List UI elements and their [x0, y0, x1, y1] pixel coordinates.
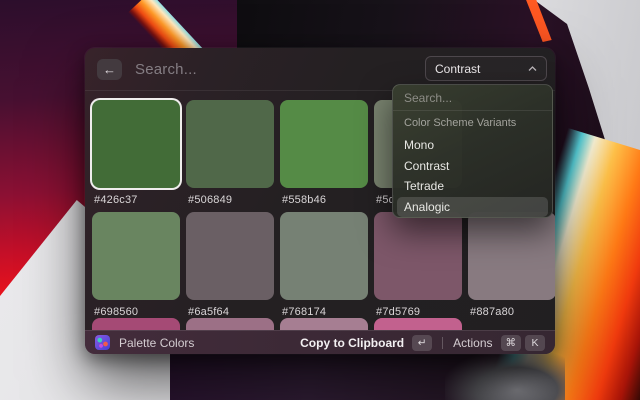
- color-swatch[interactable]: [280, 212, 368, 300]
- cmd-key-badge[interactable]: ⌘: [501, 335, 522, 351]
- variant-dropdown-menu: Search... Color Scheme Variants MonoCont…: [392, 84, 553, 218]
- swatch-cell: #7d5769: [374, 212, 462, 318]
- swatch-cell: #558b46: [280, 100, 368, 206]
- swatch-hex-label: #887a80: [468, 306, 555, 318]
- swatch-hex-label: #698560: [92, 306, 180, 318]
- swatch-cell: #506849: [186, 100, 274, 206]
- dropdown-item-list: MonoContrastTetradeAnalogic: [393, 135, 552, 217]
- palette-colors-app-icon: [95, 335, 110, 350]
- dropdown-search-input[interactable]: Search...: [393, 85, 552, 111]
- swatch-hex-label: #558b46: [280, 194, 368, 206]
- window-footer: Palette Colors Copy to Clipboard ↵ Actio…: [85, 330, 555, 354]
- color-swatch[interactable]: [92, 212, 180, 300]
- color-swatch[interactable]: [280, 100, 368, 188]
- color-swatch[interactable]: [186, 100, 274, 188]
- color-swatch[interactable]: [374, 212, 462, 300]
- swatch-cell: #887a80: [468, 212, 555, 318]
- wallpaper-bottom-gray-glow: [445, 350, 565, 400]
- dropdown-item-contrast[interactable]: Contrast: [397, 156, 548, 177]
- dropdown-item-mono[interactable]: Mono: [397, 135, 548, 156]
- swatch-cell: #6a5f64: [186, 212, 274, 318]
- dropdown-item-analogic[interactable]: Analogic: [397, 197, 548, 218]
- dropdown-section-header: Color Scheme Variants: [393, 111, 552, 135]
- color-swatch-selected[interactable]: [92, 100, 180, 188]
- k-key-badge[interactable]: K: [525, 335, 545, 351]
- chevron-up-icon: [528, 66, 537, 71]
- app-name-label: Palette Colors: [119, 336, 194, 350]
- enter-key-badge[interactable]: ↵: [412, 335, 432, 351]
- swatch-cell: #426c37: [92, 100, 180, 206]
- search-input[interactable]: Search...: [135, 61, 197, 78]
- palette-colors-window: ← Search... Contrast #426c37 #506849 #558b…: [85, 48, 555, 354]
- back-button[interactable]: ←: [97, 59, 122, 80]
- swatch-hex-label: #426c37: [92, 194, 180, 206]
- swatch-hex-label: #768174: [280, 306, 368, 318]
- color-swatch[interactable]: [186, 212, 274, 300]
- copy-to-clipboard-button[interactable]: Copy to Clipboard: [300, 336, 404, 350]
- back-arrow-icon: ←: [103, 62, 116, 77]
- actions-button[interactable]: Actions: [453, 336, 492, 350]
- swatch-cell: #698560: [92, 212, 180, 318]
- swatch-hex-label: #7d5769: [374, 306, 462, 318]
- wallpaper-bottom-purple: [170, 348, 480, 400]
- swatch-hex-label: #6a5f64: [186, 306, 274, 318]
- swatch-hex-label: #506849: [186, 194, 274, 206]
- footer-divider: [442, 337, 443, 349]
- dropdown-item-tetrade[interactable]: Tetrade: [397, 176, 548, 197]
- color-swatch[interactable]: [468, 212, 555, 300]
- variant-select[interactable]: Contrast: [425, 56, 547, 81]
- variant-select-value: Contrast: [435, 62, 480, 76]
- swatch-cell: #768174: [280, 212, 368, 318]
